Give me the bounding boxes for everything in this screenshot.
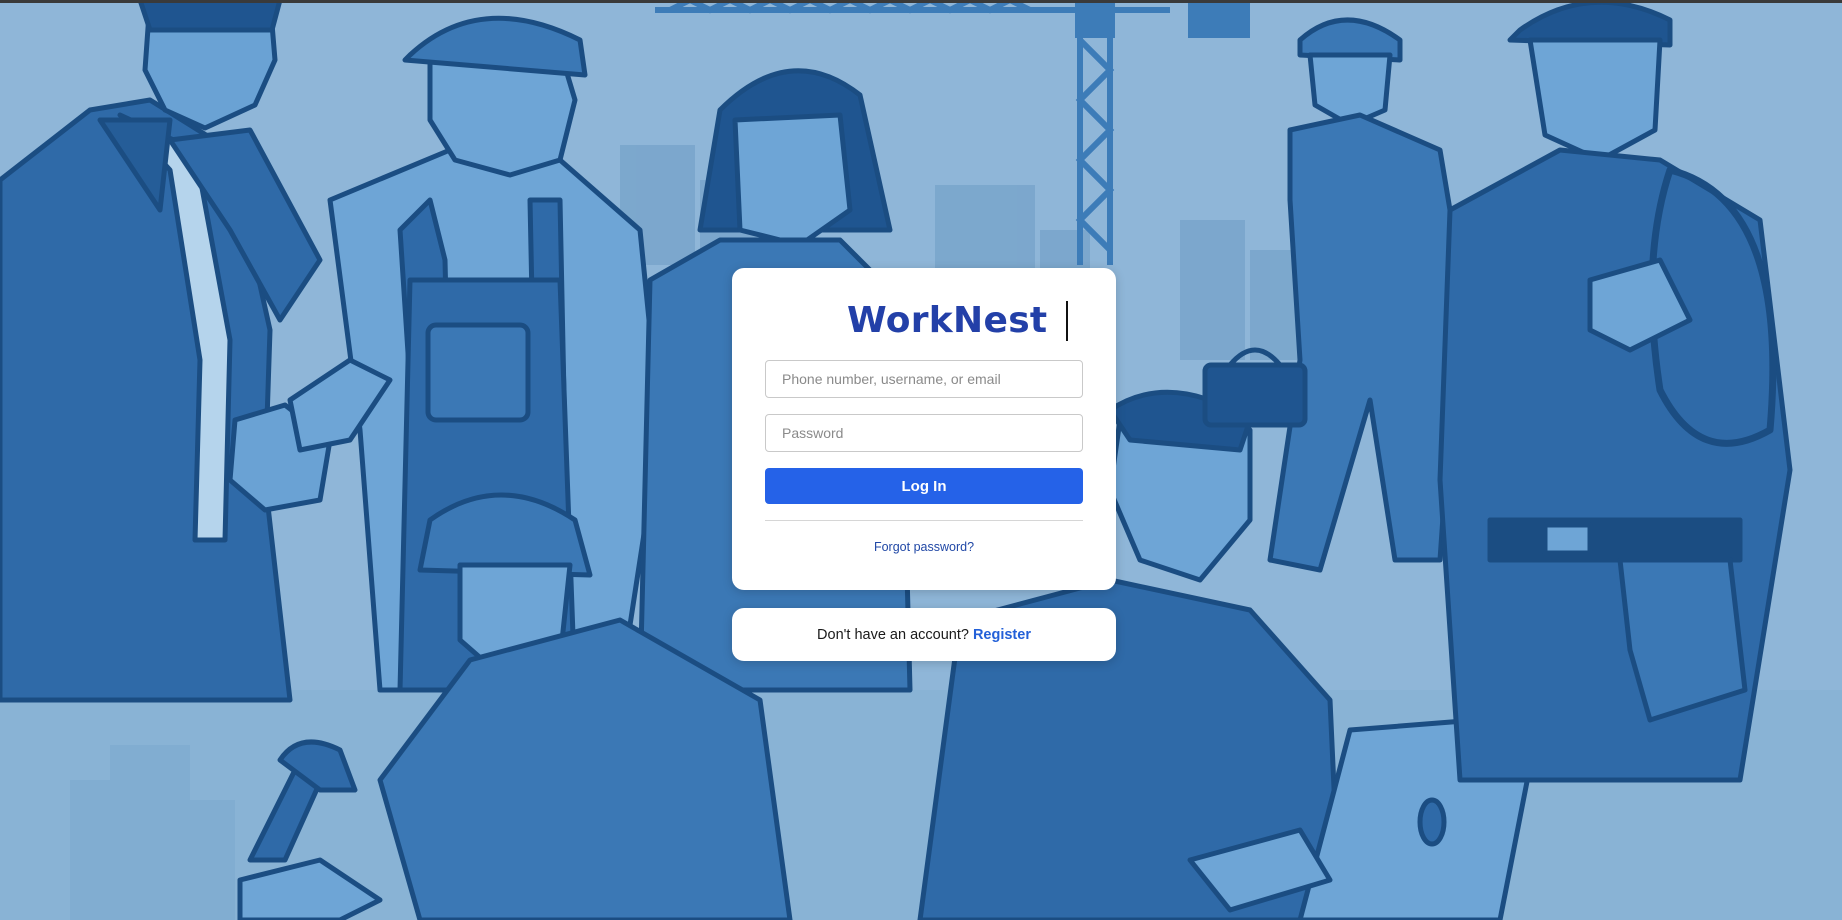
login-card: WorkNest Log In Forgot password? xyxy=(732,268,1116,590)
window-top-strip xyxy=(0,0,1842,3)
login-page: WorkNest Log In Forgot password? Don't h… xyxy=(0,0,1842,920)
forgot-password-link[interactable]: Forgot password? xyxy=(874,540,974,554)
register-prompt: Don't have an account? xyxy=(817,626,969,643)
text-cursor xyxy=(1066,301,1068,341)
register-link[interactable]: Register xyxy=(973,627,1031,643)
divider xyxy=(765,520,1083,521)
forgot-row: Forgot password? xyxy=(765,538,1083,556)
register-card: Don't have an account? Register xyxy=(732,608,1116,661)
logo-row: WorkNest xyxy=(765,268,1083,360)
identity-input[interactable] xyxy=(765,360,1083,398)
brand-logo: WorkNest xyxy=(847,300,1048,341)
password-input[interactable] xyxy=(765,414,1083,452)
log-in-button[interactable]: Log In xyxy=(765,468,1083,504)
